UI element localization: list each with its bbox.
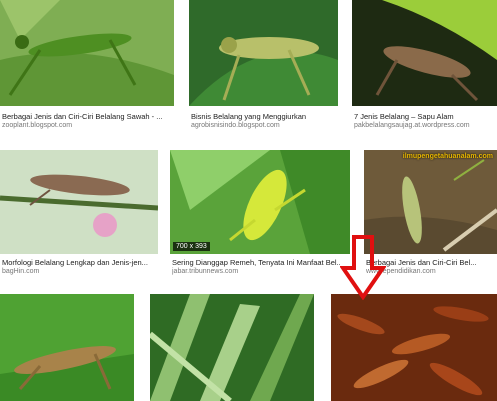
result-image-4[interactable] bbox=[0, 150, 158, 254]
grasshopper-photo bbox=[0, 294, 134, 401]
result-title[interactable]: Berbagai Jenis dan Ciri-Ciri Belalang Sa… bbox=[2, 112, 172, 121]
grasshopper-photo bbox=[189, 0, 338, 106]
result-source: bagHin.com bbox=[2, 268, 40, 275]
result-source: jabar.tribunnews.com bbox=[172, 268, 239, 275]
result-image-8[interactable] bbox=[150, 294, 314, 401]
result-caption-3: 7 Jenis Belalang – Sapu Alam pakbelalang… bbox=[354, 112, 497, 130]
result-caption-2: Bisnis Belalang yang Menggiurkan agrobis… bbox=[191, 112, 338, 130]
result-caption-5: Sering Dianggap Remeh, Tenyata Ini Manfa… bbox=[172, 258, 340, 276]
result-title[interactable]: Sering Dianggap Remeh, Tenyata Ini Manfa… bbox=[172, 258, 340, 267]
grass-photo bbox=[150, 294, 314, 401]
result-image-1[interactable] bbox=[0, 0, 174, 106]
grasshopper-photo bbox=[0, 150, 158, 254]
result-title[interactable]: Bisnis Belalang yang Menggiurkan bbox=[191, 112, 338, 121]
result-caption-1: Berbagai Jenis dan Ciri-Ciri Belalang Sa… bbox=[2, 112, 172, 130]
result-title[interactable]: 7 Jenis Belalang – Sapu Alam bbox=[354, 112, 497, 121]
image-dimensions-badge: 700 x 393 bbox=[173, 242, 210, 251]
watermark-text: ilmupengetahuanalam.com bbox=[402, 153, 493, 160]
result-source: pakbelalangsaujag.at.wordpress.com bbox=[354, 122, 470, 129]
grasshopper-photo bbox=[352, 0, 497, 106]
result-caption-4: Morfologi Belalang Lengkap dan Jenis-jen… bbox=[2, 258, 158, 276]
result-image-9[interactable] bbox=[331, 294, 497, 401]
result-source: agrobisnisindo.blogspot.com bbox=[191, 122, 280, 129]
result-image-3[interactable] bbox=[352, 0, 497, 106]
fried-grasshoppers-photo bbox=[331, 294, 497, 401]
grasshopper-photo bbox=[170, 150, 350, 254]
result-image-5[interactable]: 700 x 393 bbox=[170, 150, 350, 254]
grasshopper-photo bbox=[0, 0, 174, 106]
result-image-2[interactable] bbox=[189, 0, 338, 106]
result-title[interactable]: Morfologi Belalang Lengkap dan Jenis-jen… bbox=[2, 258, 158, 267]
down-arrow-icon bbox=[340, 235, 386, 300]
result-image-7[interactable] bbox=[0, 294, 134, 401]
result-source: zooplant.blogspot.com bbox=[2, 122, 73, 129]
